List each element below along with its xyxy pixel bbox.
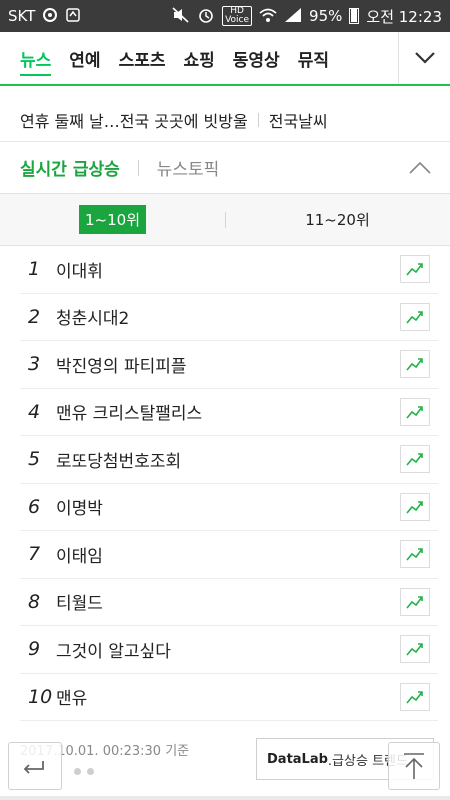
headline-bar: 연휴 둘째 날…전국 곳곳에 빗방울 전국날씨 (0, 98, 450, 142)
trend-chart-button[interactable] (400, 445, 430, 473)
wifi-icon (259, 7, 277, 26)
headline-divider (257, 112, 259, 127)
trend-chart-button[interactable] (400, 540, 430, 568)
rank-number: 3 (28, 353, 41, 376)
trend-chart-icon (406, 263, 423, 276)
list-item[interactable]: 9 그것이 알고싶다 (20, 626, 438, 674)
footer: 2017.10.01. 00:23:30 기준 DataLab .급상승 트렌드 (0, 722, 450, 800)
page-dot (87, 768, 94, 775)
keyword-link[interactable]: 맨유 (56, 684, 87, 709)
trend-chart-icon (406, 595, 423, 609)
alarm-icon (197, 6, 215, 27)
trend-chart-button[interactable] (400, 682, 430, 711)
rank-number: 6 (28, 495, 41, 518)
list-item[interactable]: 10 맨유 (20, 674, 438, 721)
tab-entertainment[interactable]: 연예 (69, 32, 100, 84)
bottom-border (0, 796, 450, 800)
trend-chart-button[interactable] (400, 587, 430, 616)
list-item[interactable]: 4 맨유 크리스탈팰리스 (20, 389, 438, 436)
rank-number: 10 (28, 685, 53, 708)
list-item[interactable]: 7 이태임 (20, 531, 438, 579)
recycle-icon (65, 7, 81, 26)
tab-rank-11-20-label: 11~20위 (305, 211, 370, 229)
keyword-link[interactable]: 이대휘 (56, 257, 103, 282)
tab-rank-11-20[interactable]: 11~20위 (225, 194, 450, 245)
rank-number: 8 (28, 590, 41, 613)
keyword-link[interactable]: 맨유 크리스탈팰리스 (56, 399, 202, 424)
trend-chart-button[interactable] (400, 302, 430, 331)
range-tabs: 1~10위 11~20위 (0, 194, 450, 246)
rank-number: 9 (28, 638, 41, 661)
scroll-to-top-button[interactable] (388, 742, 440, 790)
tab-rank-1-10[interactable]: 1~10위 (0, 194, 225, 245)
mute-icon (172, 6, 190, 26)
voice-label: Voice (225, 15, 250, 25)
trend-chart-button[interactable] (400, 397, 430, 426)
trend-chart-icon (406, 548, 423, 561)
tab-news[interactable]: 뉴스 (20, 32, 52, 84)
share-button[interactable] (8, 742, 62, 790)
rank-number: 4 (28, 400, 41, 423)
tab-shopping[interactable]: 쇼핑 (183, 32, 214, 84)
tab-rank-1-10-label: 1~10위 (79, 205, 146, 234)
tab-music[interactable]: 뮤직 (298, 32, 329, 84)
page-dot (74, 768, 81, 775)
battery-percent: 95% (309, 7, 343, 25)
chevron-down-icon (414, 52, 435, 64)
trend-chart-button[interactable] (400, 350, 430, 378)
more-categories-button[interactable] (398, 32, 450, 84)
keyword-link[interactable]: 이태임 (56, 542, 103, 567)
rank-number: 5 (28, 448, 41, 471)
list-item[interactable]: 8 티월드 (20, 579, 438, 626)
arrow-up-icon (404, 753, 424, 779)
tab-video[interactable]: 동영상 (233, 32, 280, 84)
keyword-link[interactable]: 청춘시대2 (56, 304, 129, 329)
collapse-button[interactable] (408, 156, 432, 180)
keyword-link[interactable]: 이명박 (56, 494, 103, 519)
trend-chart-icon (406, 643, 423, 656)
list-item[interactable]: 6 이명박 (20, 484, 438, 531)
rank-number: 7 (28, 543, 41, 566)
hd-voice-icon: HD Voice (222, 6, 253, 26)
ranking-list: 1 이대휘 2 청춘시대2 3 박진영의 파티피플 4 맨유 크리스탈팰리스 5… (20, 246, 438, 721)
tab-news-topic[interactable]: 뉴스토픽 (157, 155, 220, 180)
chevron-up-icon (409, 161, 431, 174)
category-tabs: 뉴스 연예 스포츠 쇼핑 동영상 뮤직 (0, 32, 398, 84)
trend-chart-button[interactable] (400, 635, 430, 663)
datalab-brand: DataLab (267, 751, 328, 767)
tab-sports[interactable]: 스포츠 (119, 32, 166, 84)
trend-chart-icon (406, 405, 423, 419)
headline-link[interactable]: 연휴 둘째 날…전국 곳곳에 빗방울 (20, 108, 248, 132)
status-bar: SKT HD Voice 95% 오전 12:23 (0, 0, 450, 32)
trend-chart-icon (406, 690, 423, 704)
keyword-link[interactable]: 티월드 (56, 589, 103, 614)
trend-chart-button[interactable] (400, 492, 430, 521)
list-item[interactable]: 5 로또당첨번호조회 (20, 436, 438, 484)
trend-chart-icon (406, 500, 423, 514)
trend-chart-button[interactable] (400, 255, 430, 283)
keyword-link[interactable]: 로또당첨번호조회 (56, 447, 181, 472)
rank-number: 1 (28, 258, 41, 281)
trend-chart-icon (406, 453, 423, 466)
keyword-link[interactable]: 그것이 알고싶다 (56, 637, 171, 662)
clock: 오전 12:23 (366, 7, 442, 26)
section-divider (137, 159, 139, 176)
tab-realtime-trending[interactable]: 실시간 급상승 (20, 155, 120, 180)
share-arrow-icon (23, 761, 44, 774)
weather-link[interactable]: 전국날씨 (269, 108, 328, 132)
rank-number: 2 (28, 305, 41, 328)
keyword-link[interactable]: 박진영의 파티피플 (56, 352, 187, 377)
carrier-label: SKT (8, 7, 36, 25)
battery-icon (349, 8, 360, 24)
category-nav: 뉴스 연예 스포츠 쇼핑 동영상 뮤직 (0, 32, 450, 86)
list-item[interactable]: 1 이대휘 (20, 246, 438, 294)
section-header: 실시간 급상승 뉴스토픽 (0, 142, 450, 194)
page-indicator (74, 768, 94, 775)
signal-icon (284, 7, 302, 26)
trend-chart-icon (406, 358, 423, 371)
list-item[interactable]: 3 박진영의 파티피플 (20, 341, 438, 389)
trend-chart-icon (406, 310, 423, 324)
circle-app-icon (42, 7, 58, 26)
list-item[interactable]: 2 청춘시대2 (20, 294, 438, 341)
